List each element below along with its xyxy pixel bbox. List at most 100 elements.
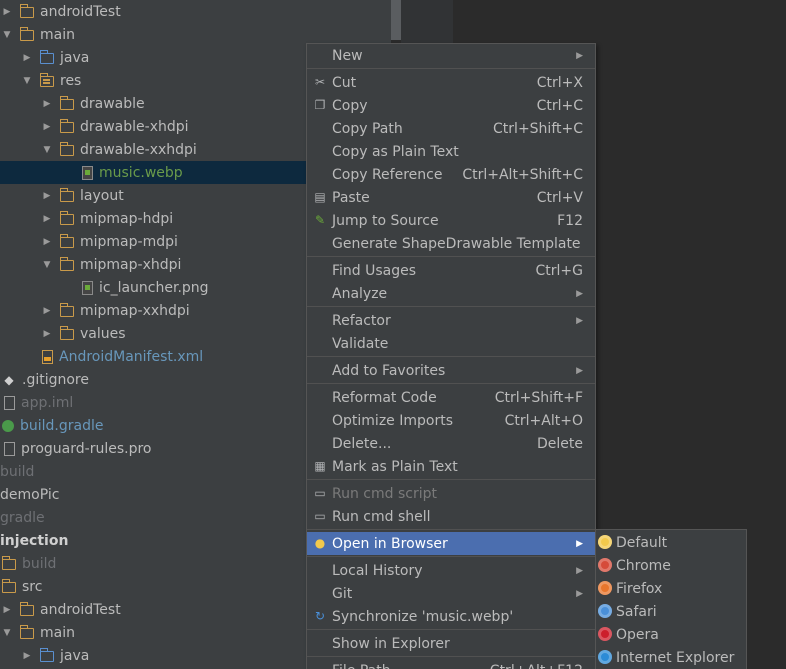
browser-item-safari[interactable]: Safari — [596, 600, 746, 623]
menu-item-shortcut: Delete — [537, 435, 583, 452]
collapse-arrow-icon[interactable]: ▼ — [42, 144, 52, 156]
menu-item-copy-path[interactable]: Copy Path Ctrl+Shift+C — [307, 117, 595, 140]
folder-icon — [59, 302, 74, 317]
menu-item-copy-reference[interactable]: Copy Reference Ctrl+Alt+Shift+C — [307, 163, 595, 186]
ie-icon — [598, 650, 612, 664]
menu-separator — [307, 629, 595, 630]
expand-arrow-icon[interactable]: ▶ — [42, 236, 52, 248]
firefox-icon — [598, 581, 612, 595]
folder-icon — [59, 187, 74, 202]
expand-arrow-icon[interactable]: ▶ — [2, 604, 12, 616]
menu-separator — [307, 529, 595, 530]
copy-icon: ❐ — [314, 98, 326, 112]
folder-icon — [59, 256, 74, 271]
collapse-arrow-icon[interactable]: ▼ — [2, 627, 12, 639]
menu-item-label: Synchronize 'music.webp' — [332, 608, 514, 625]
menu-separator — [307, 68, 595, 69]
tree-row-label: demoPic — [0, 486, 60, 503]
menu-item-add-to-favorites[interactable]: Add to Favorites ▶ — [307, 359, 595, 382]
expand-arrow-icon[interactable]: ▶ — [42, 121, 52, 133]
menu-separator — [307, 479, 595, 480]
menu-item-local-history[interactable]: Local History ▶ — [307, 559, 595, 582]
menu-item-label: Generate ShapeDrawable Template — [332, 235, 581, 252]
menu-item-run-cmd-script[interactable]: ▭ Run cmd script — [307, 482, 595, 505]
tree-row-label: build — [22, 555, 57, 572]
browser-item-opera[interactable]: Opera — [596, 623, 746, 646]
collapse-arrow-icon[interactable]: ▼ — [22, 75, 32, 87]
folder-blue-icon — [39, 49, 54, 64]
folder-icon — [59, 210, 74, 225]
menu-item-find-usages[interactable]: Find Usages Ctrl+G — [307, 259, 595, 282]
menu-item-shortcut: Ctrl+V — [536, 189, 583, 206]
menu-item-label: Delete... — [332, 435, 392, 452]
tree-row-label: mipmap-xxhdpi — [80, 302, 190, 319]
tree-row-label: values — [80, 325, 126, 342]
folder-icon — [59, 141, 74, 156]
menu-item-reformat-code[interactable]: Reformat Code Ctrl+Shift+F — [307, 386, 595, 409]
menu-item-refactor[interactable]: Refactor ▶ — [307, 309, 595, 332]
browser-item-internet-explorer[interactable]: Internet Explorer — [596, 646, 746, 669]
menu-item-label: Git — [332, 585, 353, 602]
browser-item-firefox[interactable]: Firefox — [596, 577, 746, 600]
menu-item-label: Copy — [332, 97, 368, 114]
submenu-arrow-icon: ▶ — [576, 588, 583, 599]
browser-item-default[interactable]: Default — [596, 531, 746, 554]
expand-arrow-icon[interactable]: ▶ — [22, 650, 32, 662]
browser-item-label: Internet Explorer — [616, 649, 735, 666]
menu-item-run-cmd-shell[interactable]: ▭ Run cmd shell — [307, 505, 595, 528]
tree-row-label: .gitignore — [22, 371, 89, 388]
menu-item-label: Run cmd shell — [332, 508, 431, 525]
menu-item-optimize-imports[interactable]: Optimize Imports Ctrl+Alt+O — [307, 409, 595, 432]
browser-item-chrome[interactable]: Chrome — [596, 554, 746, 577]
collapse-arrow-icon[interactable]: ▼ — [42, 259, 52, 271]
doc-icon — [4, 395, 15, 410]
menu-item-synchronize-music-webp[interactable]: ↻ Synchronize 'music.webp' — [307, 605, 595, 628]
browser-icon: ● — [314, 536, 326, 550]
tree-row-label: mipmap-xhdpi — [80, 256, 182, 273]
menu-item-git[interactable]: Git ▶ — [307, 582, 595, 605]
menu-item-shortcut: Ctrl+X — [536, 74, 583, 91]
tree-row[interactable]: ▶ androidTest — [0, 0, 391, 23]
expand-arrow-icon[interactable]: ▶ — [42, 213, 52, 225]
expand-arrow-icon[interactable]: ▶ — [42, 328, 52, 340]
menu-item-copy-as-plain-text[interactable]: Copy as Plain Text — [307, 140, 595, 163]
sync-icon: ↻ — [314, 609, 326, 623]
tree-row-label: mipmap-hdpi — [80, 210, 174, 227]
tree-row-label: res — [60, 72, 82, 89]
tree-row-label: main — [40, 624, 75, 641]
expand-arrow-icon[interactable]: ▶ — [2, 6, 12, 18]
menu-item-delete[interactable]: Delete... Delete — [307, 432, 595, 455]
tree-row-label: injection — [0, 532, 69, 549]
menu-item-show-in-explorer[interactable]: Show in Explorer — [307, 632, 595, 655]
menu-item-label: Run cmd script — [332, 485, 437, 502]
menu-item-generate-shapedrawable-template[interactable]: Generate ShapeDrawable Template — [307, 232, 595, 255]
expand-arrow-icon[interactable]: ▶ — [42, 98, 52, 110]
expand-arrow-icon[interactable]: ▶ — [42, 305, 52, 317]
expand-arrow-icon[interactable]: ▶ — [22, 52, 32, 64]
browser-item-label: Opera — [616, 626, 659, 643]
menu-item-mark-as-plain-text[interactable]: ▦ Mark as Plain Text — [307, 455, 595, 478]
scissors-icon: ✂ — [314, 75, 326, 89]
menu-item-analyze[interactable]: Analyze ▶ — [307, 282, 595, 305]
submenu-arrow-icon: ▶ — [576, 538, 583, 549]
collapse-arrow-icon[interactable]: ▼ — [2, 29, 12, 41]
menu-item-validate[interactable]: Validate — [307, 332, 595, 355]
menu-item-shortcut: Ctrl+C — [536, 97, 583, 114]
menu-item-label: Analyze — [332, 285, 388, 302]
tree-scrollbar[interactable] — [391, 0, 401, 40]
git-icon: ◆ — [4, 372, 14, 387]
menu-item-paste[interactable]: ▤ Paste Ctrl+V — [307, 186, 595, 209]
menu-item-cut[interactable]: ✂ Cut Ctrl+X — [307, 71, 595, 94]
chrome-icon — [598, 558, 612, 572]
menu-item-copy[interactable]: ❐ Copy Ctrl+C — [307, 94, 595, 117]
browser-item-label: Chrome — [616, 557, 671, 574]
menu-item-new[interactable]: New ▶ — [307, 44, 595, 67]
menu-item-jump-to-source[interactable]: ✎ Jump to Source F12 — [307, 209, 595, 232]
menu-item-open-in-browser[interactable]: ● Open in Browser ▶ — [307, 532, 595, 555]
folder-icon — [19, 3, 34, 18]
submenu-arrow-icon: ▶ — [576, 288, 583, 299]
opera-icon — [598, 627, 612, 641]
menu-item-file-path[interactable]: File PathCtrl+Alt+F12 — [307, 659, 595, 669]
menu-item-label: Jump to Source — [332, 212, 439, 229]
expand-arrow-icon[interactable]: ▶ — [42, 190, 52, 202]
